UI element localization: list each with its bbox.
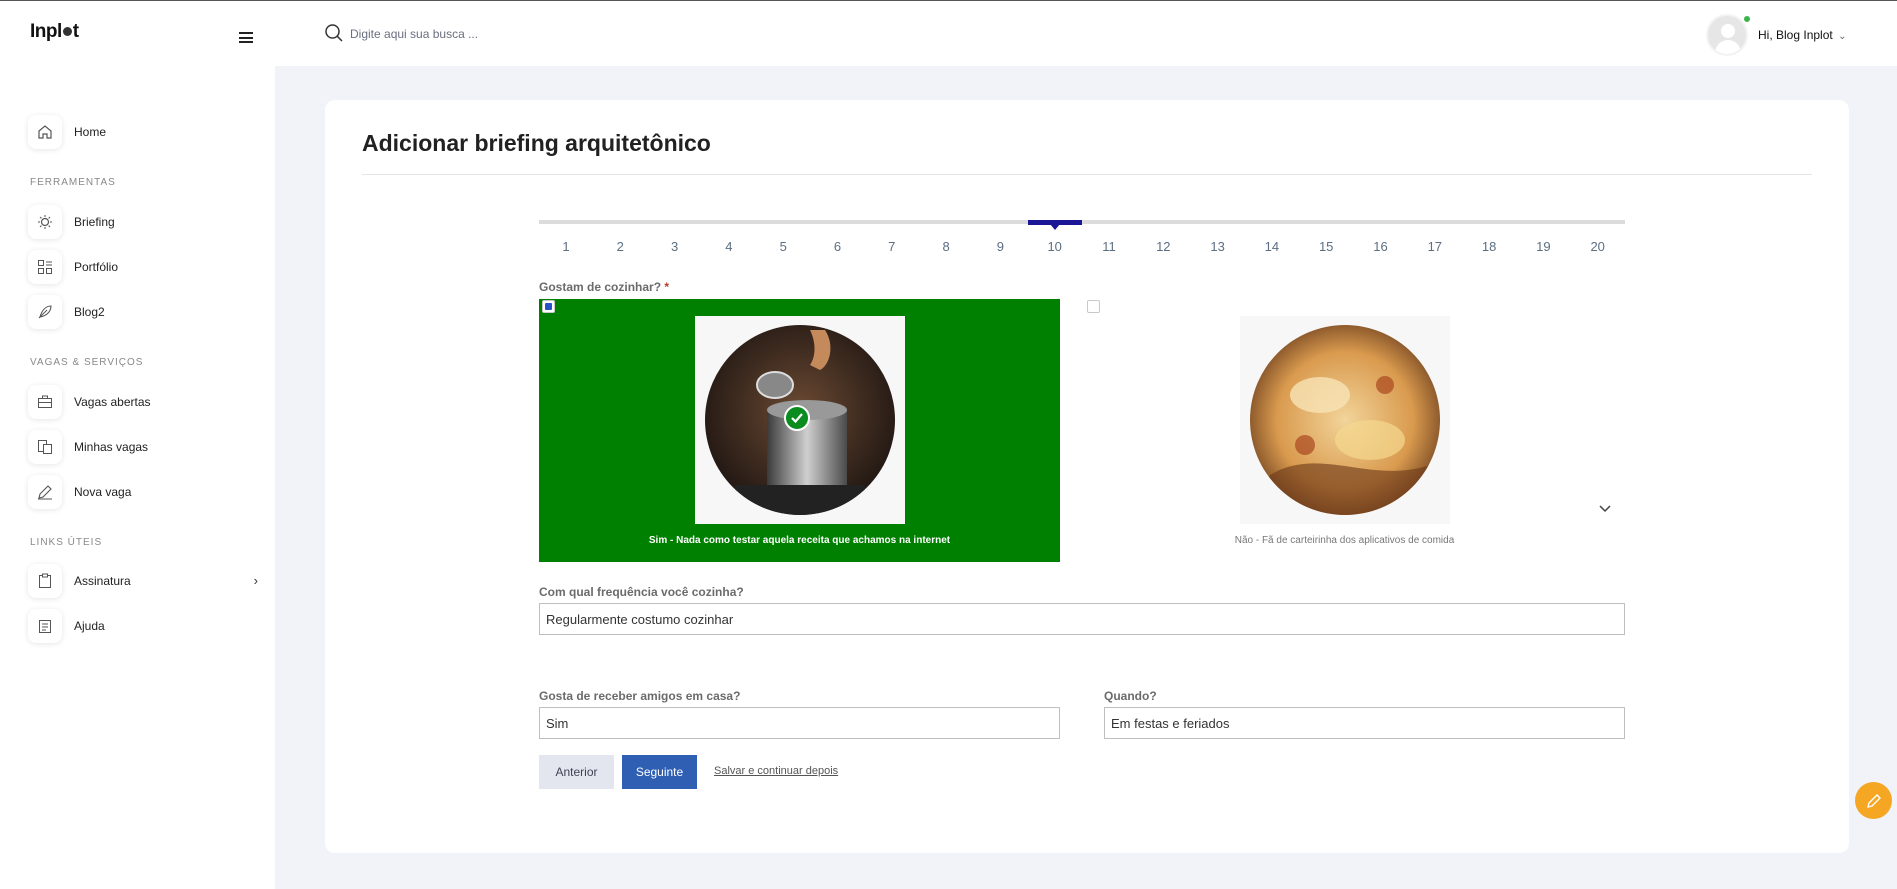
step-17[interactable]: 17 [1408, 239, 1462, 254]
section-title-links: LINKS ÚTEIS [30, 537, 103, 548]
logo-text-right: t [72, 21, 79, 42]
pencil-icon [1866, 793, 1881, 808]
option-no-checkbox[interactable] [1087, 300, 1100, 313]
step-18[interactable]: 18 [1462, 239, 1516, 254]
search-icon [325, 24, 343, 42]
step-active-pointer-icon [1050, 224, 1060, 230]
user-menu[interactable]: Hi, Blog Inplot ⌄ [1706, 14, 1846, 56]
step-12[interactable]: 12 [1136, 239, 1190, 254]
briefcase-icon [28, 385, 62, 419]
step-5[interactable]: 5 [756, 239, 810, 254]
option-no-card[interactable]: Não - Fã de carteirinha dos aplicativos … [1084, 299, 1605, 562]
avatar[interactable] [1706, 14, 1748, 56]
sidebar-item-label: Briefing [74, 215, 115, 229]
sidebar-item-label: Minhas vagas [74, 440, 149, 454]
chevron-down-icon: ⌄ [1838, 31, 1847, 42]
lightbulb-icon [28, 205, 62, 239]
step-14[interactable]: 14 [1245, 239, 1299, 254]
section-title-tools: FERRAMENTAS [30, 177, 116, 188]
online-status-icon [1743, 15, 1751, 23]
frequency-input[interactable] [539, 603, 1625, 635]
step-11[interactable]: 11 [1082, 239, 1136, 254]
sidebar-item-open-jobs[interactable]: Vagas abertas [28, 384, 258, 420]
briefing-card: Adicionar briefing arquitetônico 1234567… [325, 100, 1849, 853]
step-2[interactable]: 2 [593, 239, 647, 254]
sidebar-item-portfolio[interactable]: Portfólio [28, 249, 258, 285]
next-button[interactable]: Seguinte [622, 755, 697, 789]
option-yes-caption: Sim - Nada como testar aquela receita qu… [648, 535, 951, 546]
sidebar-item-label: Blog2 [74, 305, 105, 319]
sidebar-item-label: Nova vaga [74, 485, 132, 499]
step-7[interactable]: 7 [865, 239, 919, 254]
question-cooking: Gostam de cozinhar? * [539, 280, 669, 294]
option-no-caption: Não - Fã de carteirinha dos aplicativos … [1234, 535, 1455, 546]
logo[interactable]: Inpl t [30, 21, 79, 43]
chevron-right-icon: › [253, 573, 258, 588]
option-yes-checkbox[interactable] [542, 300, 555, 313]
friends-input[interactable] [539, 707, 1060, 739]
sidebar-item-blog[interactable]: Blog2 [28, 294, 258, 330]
clipboard-icon [28, 564, 62, 598]
question-friends: Gosta de receber amigos em casa? [539, 689, 741, 703]
pizza-photo-icon [1250, 325, 1440, 515]
sidebar-item-briefing[interactable]: Briefing [28, 204, 258, 240]
title-divider [362, 174, 1812, 175]
step-15[interactable]: 15 [1299, 239, 1353, 254]
steps-progress-track [539, 220, 1625, 224]
page-title: Adicionar briefing arquitetônico [362, 130, 711, 156]
home-icon [28, 115, 62, 149]
pencil-icon [28, 475, 62, 509]
option-yes-image [695, 316, 905, 524]
user-name: Blog Inplot [1776, 28, 1833, 42]
menu-toggle-icon[interactable] [239, 32, 253, 43]
sidebar-item-label: Portfólio [74, 260, 119, 274]
step-4[interactable]: 4 [702, 239, 756, 254]
greeting-text: Hi, [1758, 28, 1773, 42]
step-10[interactable]: 10 [1028, 239, 1082, 254]
step-3[interactable]: 3 [648, 239, 702, 254]
when-input[interactable] [1104, 707, 1625, 739]
documents-icon [28, 430, 62, 464]
sidebar-item-help[interactable]: Ajuda [28, 608, 258, 644]
sidebar-item-label: Ajuda [74, 619, 105, 633]
user-greeting[interactable]: Hi, Blog Inplot ⌄ [1758, 28, 1846, 42]
step-20[interactable]: 20 [1571, 239, 1625, 254]
required-mark: * [664, 280, 670, 294]
section-title-jobs: VAGAS & SERVIÇOS [30, 357, 144, 368]
option-yes-card[interactable]: Sim - Nada como testar aquela receita qu… [539, 299, 1060, 562]
edit-fab-button[interactable] [1855, 782, 1892, 819]
portfolio-grid-icon [28, 250, 62, 284]
step-8[interactable]: 8 [919, 239, 973, 254]
option-no-image [1240, 316, 1450, 524]
top-bar: Inplt Hi, Blog Inplot ⌄ [0, 0, 1897, 66]
question-when: Quando? [1104, 689, 1157, 703]
step-1[interactable]: 1 [539, 239, 593, 254]
chevron-down-icon[interactable] [1599, 505, 1611, 513]
check-mark-icon [784, 405, 810, 431]
question-cooking-text: Gostam de cozinhar? [539, 280, 662, 294]
step-6[interactable]: 6 [811, 239, 865, 254]
step-9[interactable]: 9 [973, 239, 1027, 254]
sidebar-item-new-job[interactable]: Nova vaga [28, 474, 258, 510]
save-and-continue-later-link[interactable]: Salvar e continuar depois [714, 765, 838, 777]
step-16[interactable]: 16 [1354, 239, 1408, 254]
feather-icon [28, 295, 62, 329]
previous-button[interactable]: Anterior [539, 755, 614, 789]
sidebar-item-my-jobs[interactable]: Minhas vagas [28, 429, 258, 465]
question-frequency: Com qual frequência você cozinha? [539, 585, 744, 599]
sidebar-item-label: Home [74, 125, 107, 139]
bulb-icon [62, 27, 72, 36]
step-13[interactable]: 13 [1191, 239, 1245, 254]
logo-text-left: Inpl [30, 21, 62, 42]
sidebar-item-label: Vagas abertas [74, 395, 151, 409]
sidebar-item-label: Assinatura [74, 574, 131, 588]
step-19[interactable]: 19 [1516, 239, 1570, 254]
checklist-icon [28, 609, 62, 643]
sidebar: Home FERRAMENTAS Briefing Portfólio Blog… [0, 66, 275, 889]
sidebar-item-subscription[interactable]: Assinatura › [28, 563, 258, 599]
sidebar-item-home[interactable]: Home [28, 114, 258, 150]
search-input[interactable] [350, 23, 750, 45]
